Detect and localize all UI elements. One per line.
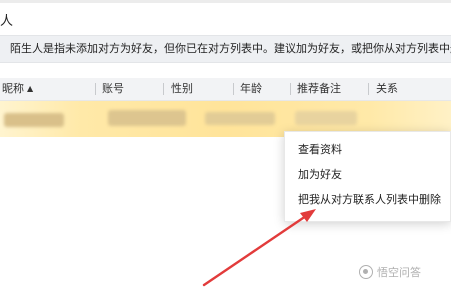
stranger-list-window: 人 陌生人是指未添加对方为好友，但你已在对方列表中。建议加为好友，或把你从对方列… [0, 0, 451, 289]
watermark-text: 悟空问答 [377, 266, 421, 279]
wukong-logo-icon [359, 265, 373, 279]
watermark: 悟空问答 [359, 262, 421, 282]
red-arrow-annotation [202, 209, 316, 287]
